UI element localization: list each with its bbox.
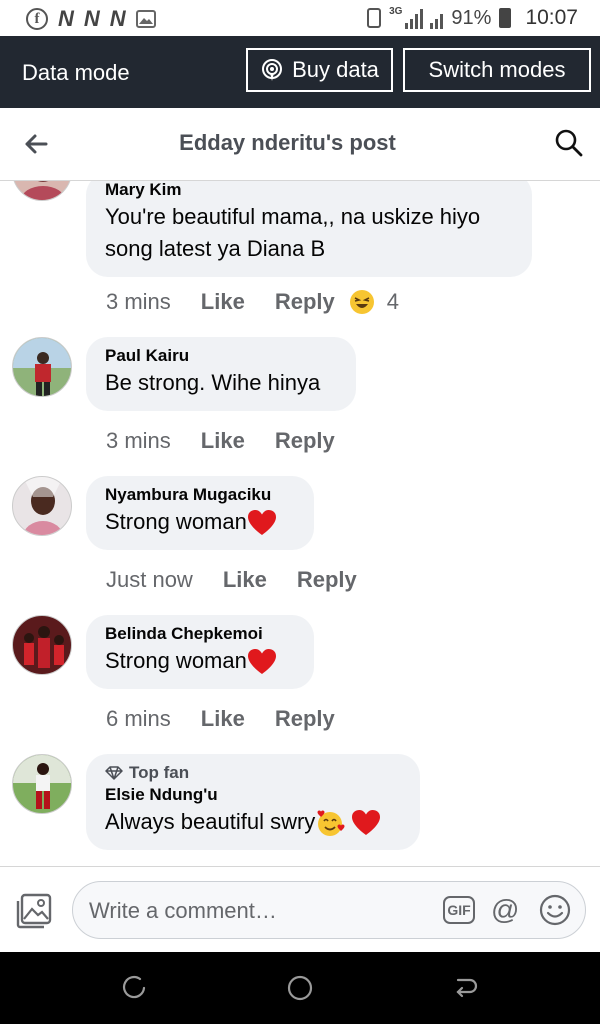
avatar[interactable] [12, 476, 72, 536]
data-mode-bar: Data mode Buy data Switch modes [0, 36, 600, 108]
comment-actions: 6 mins Like Reply [106, 706, 365, 732]
battery-icon [499, 8, 512, 28]
mention-at-icon[interactable]: @ [491, 894, 519, 926]
avatar[interactable] [12, 181, 72, 201]
red-heart-emoji-icon [247, 510, 276, 536]
gallery-notification-icon [135, 10, 156, 28]
notification-icons: f N N N [26, 6, 156, 32]
avatar[interactable] [12, 754, 72, 814]
like-button[interactable]: Like [223, 567, 267, 593]
avatar[interactable] [12, 337, 72, 397]
comment-author[interactable]: Mary Kim [105, 181, 512, 201]
reply-button[interactable]: Reply [275, 289, 335, 315]
comment-text: Be strong. Wihe hinya [105, 370, 321, 395]
app-notification-icon: N [109, 6, 126, 31]
emoji-icon[interactable] [539, 894, 571, 926]
comment-text: You're beautiful mama,, na uskize hiyo s… [105, 204, 481, 261]
comment-actions: 3 mins Like Reply [106, 428, 365, 454]
data-mode-label: Data mode [22, 60, 130, 85]
comment-bubble[interactable]: Paul Kairu Be strong. Wihe hinya [86, 337, 356, 411]
status-bar: f N N N 3G 91% 10:07 [0, 0, 600, 36]
gif-label: GIF [447, 902, 471, 918]
back-icon[interactable] [452, 974, 480, 1002]
avatar[interactable] [12, 615, 72, 675]
comment-input-placeholder: Write a comment… [89, 898, 277, 923]
comment-input[interactable]: Write a comment… GIF @ [72, 881, 586, 939]
comment-actions: 3 mins Like Reply 4 [106, 289, 399, 315]
app-notification-icon: N [58, 6, 74, 31]
like-button[interactable]: Like [201, 706, 245, 732]
comment-text: Strong woman [105, 648, 247, 673]
like-button[interactable]: Like [201, 289, 245, 315]
hotspot-icon [262, 59, 283, 81]
reply-button[interactable]: Reply [275, 706, 335, 732]
facebook-notification-icon: f [26, 8, 48, 30]
comment-bubble[interactable]: Top fan Elsie Ndung'u Always beautiful s… [86, 754, 420, 850]
signal-icon: 3G [389, 6, 444, 29]
comment-author[interactable]: Elsie Ndung'u [105, 784, 400, 806]
comment-bubble[interactable]: Nyambura Mugaciku Strong woman [86, 476, 314, 550]
smiling-face-with-hearts-emoji-icon [317, 810, 345, 837]
buy-data-button[interactable]: Buy data [246, 48, 393, 92]
reply-button[interactable]: Reply [297, 567, 357, 593]
comment-time: Just now [106, 567, 193, 592]
switch-modes-button[interactable]: Switch modes [403, 48, 591, 92]
buy-data-label: Buy data [292, 57, 379, 82]
search-icon[interactable] [554, 128, 584, 158]
switch-modes-label: Switch modes [428, 57, 566, 82]
post-header: Edday nderitu's post [0, 108, 600, 181]
comment-author[interactable]: Nyambura Mugaciku [105, 484, 294, 506]
comment-text-row: Strong woman [105, 645, 294, 677]
red-heart-emoji-icon [247, 649, 276, 675]
system-navigation-bar [0, 952, 600, 1024]
comment-bubble[interactable]: Mary Kim You're beautiful mama,, na uski… [86, 181, 532, 277]
comment-time: 6 mins [106, 706, 171, 731]
vibrate-icon [367, 8, 382, 28]
top-fan-label: Top fan [129, 763, 190, 782]
comment-list[interactable]: Mary Kim You're beautiful mama,, na uski… [0, 181, 600, 866]
network-type: 3G [389, 6, 403, 17]
laughing-emoji-icon [349, 290, 374, 314]
page-title: Edday nderitu's post [179, 130, 396, 155]
like-button[interactable]: Like [201, 428, 245, 454]
app-notification-icon: N [83, 6, 100, 31]
reaction-summary[interactable]: 4 [349, 289, 399, 315]
comment-text: Always beautiful swry [105, 809, 316, 834]
comment-actions: Just now Like Reply [106, 567, 387, 593]
reaction-count: 4 [386, 289, 399, 314]
comment-composer: Write a comment… GIF @ [0, 866, 600, 953]
reply-button[interactable]: Reply [275, 428, 335, 454]
comment-time: 3 mins [106, 428, 171, 453]
red-heart-emoji-icon [352, 810, 381, 836]
system-icons: 3G 91% 10:07 [367, 6, 578, 30]
comment-author[interactable]: Belinda Chepkemoi [105, 623, 294, 645]
gif-icon[interactable]: GIF [443, 896, 475, 924]
comment-author[interactable]: Paul Kairu [105, 345, 336, 367]
diamond-icon [105, 766, 123, 780]
top-fan-badge: Top fan [105, 762, 400, 784]
comment-bubble[interactable]: Belinda Chepkemoi Strong woman [86, 615, 314, 689]
comment-text-row: Always beautiful swry [105, 806, 400, 838]
recent-apps-icon[interactable] [120, 974, 148, 1002]
comment-text-row: Strong woman [105, 506, 294, 538]
comment-time: 3 mins [106, 289, 171, 314]
photo-icon[interactable] [16, 893, 54, 929]
comment-text: Strong woman [105, 509, 247, 534]
home-icon[interactable] [286, 974, 314, 1002]
clock: 10:07 [525, 6, 578, 29]
battery-percent: 91% [451, 6, 492, 29]
